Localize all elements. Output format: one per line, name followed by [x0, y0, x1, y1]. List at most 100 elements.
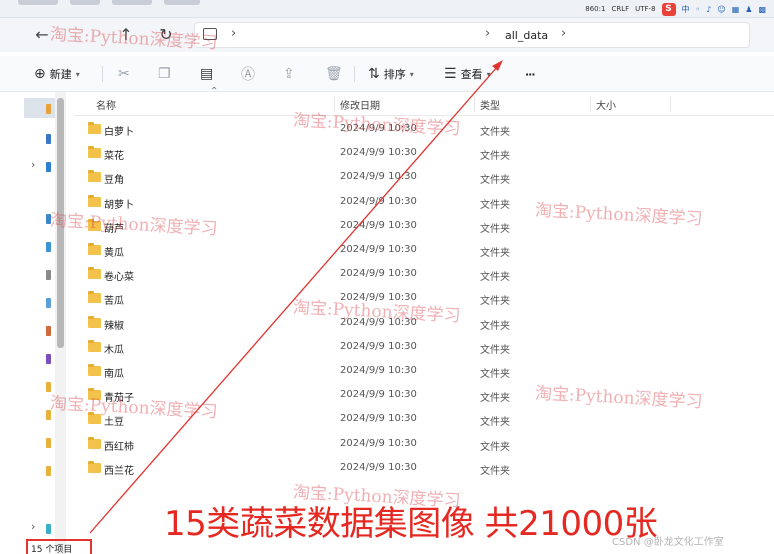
file-modified: 2024/9/9 10:30 — [340, 171, 417, 183]
file-modified: 2024/9/9 10:30 — [340, 461, 417, 473]
file-type: 文件夹 — [480, 320, 510, 332]
ime-shirt-icon[interactable]: ♟ — [745, 5, 752, 14]
file-modified: 2024/9/9 10:30 — [340, 437, 417, 449]
ime-keyboard-icon[interactable]: ▦ — [732, 5, 740, 14]
file-row[interactable]: 木瓜 2024/9/9 10:30 文件夹 — [74, 336, 774, 360]
scissors-icon: ✂ — [118, 66, 130, 82]
chevron-right-icon[interactable]: › — [561, 26, 566, 41]
file-type: 文件夹 — [480, 344, 510, 356]
nav-download-icon[interactable] — [46, 242, 51, 252]
ime-emoji-icon[interactable]: ☺ — [717, 5, 725, 14]
nav-pictures-icon[interactable] — [46, 298, 51, 308]
chevron-right-icon[interactable]: › — [31, 158, 35, 171]
nav-network-icon[interactable] — [46, 524, 51, 534]
delete-button[interactable]: 🗑 — [325, 64, 343, 84]
rename-icon: Ⓐ — [241, 67, 255, 83]
column-type[interactable]: 类型 — [480, 97, 500, 112]
paste-button[interactable]: ▤ — [200, 64, 213, 84]
nav-videos-icon[interactable] — [46, 354, 51, 364]
file-row[interactable]: 西兰花 2024/9/9 10:30 文件夹 — [74, 457, 774, 481]
new-button[interactable]: ⊕ 新建 ▾ — [34, 64, 80, 84]
file-type: 文件夹 — [480, 296, 510, 308]
nav-pc-icon[interactable] — [46, 134, 51, 144]
file-name: 苦瓜 — [104, 296, 124, 308]
nav-folder-icon[interactable] — [46, 104, 51, 114]
file-row[interactable]: 黄瓜 2024/9/9 10:30 文件夹 — [74, 239, 774, 263]
nav-drive-icon[interactable] — [46, 162, 51, 172]
file-row[interactable]: 豆角 2024/9/9 10:30 文件夹 — [74, 166, 774, 190]
column-divider[interactable] — [670, 96, 671, 112]
column-size[interactable]: 大小 — [596, 97, 616, 112]
nav-music-icon[interactable] — [46, 326, 51, 336]
chevron-right-icon[interactable]: › — [231, 26, 236, 41]
nav-documents-icon[interactable] — [46, 270, 51, 280]
sogou-ime-icon[interactable]: S — [661, 2, 676, 16]
column-divider[interactable] — [590, 96, 591, 112]
browser-tabs-clipped — [0, 0, 200, 6]
file-type: 文件夹 — [480, 127, 510, 138]
item-count-status: 15 个项目 — [26, 539, 92, 554]
cut-button[interactable]: ✂ — [118, 64, 130, 84]
sort-icon: ⇅ — [368, 66, 380, 82]
file-type: 文件夹 — [480, 175, 510, 187]
file-type: 文件夹 — [480, 417, 510, 429]
breadcrumb-current[interactable]: all_data — [505, 29, 548, 42]
column-name[interactable]: 名称 — [96, 97, 116, 112]
folder-icon — [88, 339, 101, 352]
more-options-button[interactable]: ··· — [525, 64, 536, 84]
trash-icon: 🗑 — [325, 66, 343, 82]
tab-clipped-3[interactable] — [112, 0, 152, 5]
file-type: 文件夹 — [480, 199, 510, 211]
folder-icon — [88, 460, 101, 473]
tray-indicator-position[interactable]: 860:1 — [585, 5, 605, 13]
view-lines-icon: ☰ — [444, 66, 457, 82]
nav-folder-icon[interactable] — [46, 438, 51, 448]
tab-clipped-2[interactable] — [70, 0, 100, 5]
folder-icon — [88, 267, 101, 280]
file-row[interactable]: 南瓜 2024/9/9 10:30 文件夹 — [74, 360, 774, 384]
plus-circle-icon: ⊕ — [34, 66, 46, 82]
sort-button[interactable]: ⇅ 排序 ▾ — [368, 64, 414, 84]
command-bar: ⊕ 新建 ▾ ✂ ❐ ▤ Ⓐ ⇪ 🗑 ⇅ 排序 ▾ ☰ 查看 ▾ ··· — [0, 56, 774, 92]
view-button[interactable]: ☰ 查看 ▾ — [444, 64, 491, 84]
file-type: 文件夹 — [480, 369, 510, 380]
file-modified: 2024/9/9 10:30 — [340, 147, 417, 159]
column-divider[interactable] — [474, 96, 475, 112]
toolbar-divider — [102, 66, 103, 82]
file-name: 卷心菜 — [104, 272, 134, 284]
rename-button[interactable]: Ⓐ — [241, 64, 255, 84]
chevron-down-icon: ▾ — [75, 69, 80, 79]
file-row[interactable]: 卷心菜 2024/9/9 10:30 文件夹 — [74, 263, 774, 287]
folder-icon — [88, 146, 101, 159]
chevron-right-icon[interactable]: › — [485, 26, 490, 41]
tab-clipped-4[interactable] — [164, 0, 200, 5]
folder-icon — [88, 436, 101, 449]
file-row[interactable]: 菜花 2024/9/9 10:30 文件夹 — [74, 142, 774, 166]
tab-clipped-1[interactable] — [18, 0, 58, 5]
file-type: 文件夹 — [480, 393, 510, 405]
dataset-caption: 15类蔬菜数据集图像 共21000张 — [164, 504, 658, 544]
file-row[interactable]: 西红柿 2024/9/9 10:30 文件夹 — [74, 433, 774, 457]
window-top-strip: 860:1 CRLF UTF-8 S 中 ◦ ♪ ☺ ▦ ♟ ▩ — [0, 0, 774, 18]
share-button[interactable]: ⇪ — [283, 64, 295, 84]
tray-indicator-eol[interactable]: CRLF — [611, 5, 629, 13]
file-type: 文件夹 — [480, 441, 510, 453]
chevron-right-icon[interactable]: › — [31, 520, 35, 533]
folder-icon — [88, 315, 101, 328]
file-name: 木瓜 — [104, 344, 124, 356]
ime-punct-icon[interactable]: ◦ — [696, 5, 701, 14]
chevron-down-icon: ▾ — [409, 69, 414, 79]
share-icon: ⇪ — [283, 66, 295, 82]
nav-folder-icon[interactable] — [46, 466, 51, 476]
ime-mic-icon[interactable]: ♪ — [706, 5, 711, 14]
copy-button[interactable]: ❐ — [158, 64, 171, 84]
file-modified: 2024/9/9 10:30 — [340, 219, 417, 231]
toolbar-divider — [354, 66, 355, 82]
address-bar[interactable]: › › all_data › — [194, 22, 750, 48]
ime-mode-label[interactable]: 中 — [682, 4, 690, 15]
folder-icon — [88, 170, 101, 183]
file-modified: 2024/9/9 10:30 — [340, 340, 417, 352]
tray-indicator-encoding[interactable]: UTF-8 — [635, 5, 655, 13]
chevron-down-icon: ▾ — [486, 69, 491, 79]
ime-grid-icon[interactable]: ▩ — [758, 5, 766, 14]
